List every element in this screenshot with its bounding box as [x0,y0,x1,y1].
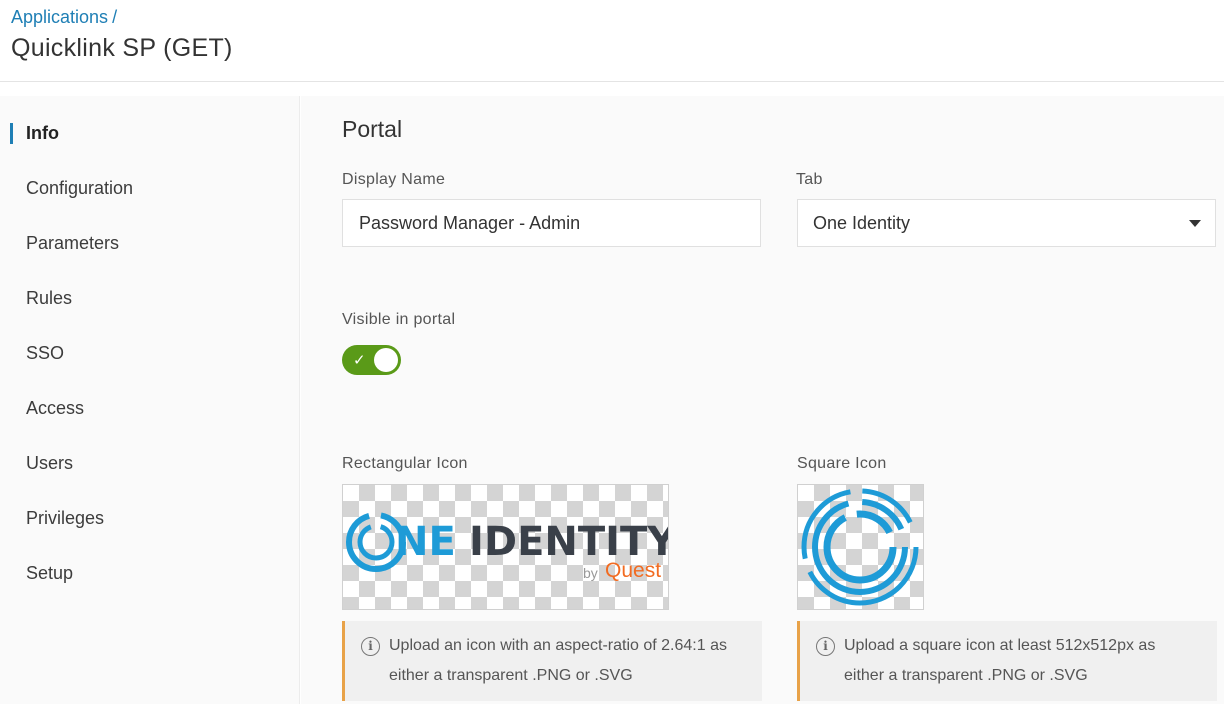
portal-section-title: Portal [342,116,403,142]
breadcrumb-applications-link[interactable]: Applications [11,7,108,27]
square-hint-line1: Upload a square icon at least 512x512px … [844,637,1156,654]
rectangular-icon-hint: i Upload an icon with an aspect-ratio of… [342,621,762,701]
display-name-input[interactable] [342,199,761,247]
caret-down-icon [1189,220,1201,227]
sidebar-item-info[interactable]: Info [0,113,300,153]
sidebar-item-users[interactable]: Users [0,443,300,483]
visible-in-portal-label: Visible in portal [342,311,456,328]
square-icon-hint: i Upload a square icon at least 512x512p… [797,621,1217,701]
square-icon-upload[interactable] [797,484,924,610]
page-header: Applications / Quicklink SP (GET) [0,0,1224,82]
info-icon: i [361,637,380,656]
square-hint-line2: either a transparent .PNG or .SVG [844,667,1088,684]
main-content: Portal Display Name Tab One Identity Vis… [301,96,1224,704]
logo-quest-text: Quest [605,559,662,582]
sidebar-item-setup[interactable]: Setup [0,553,300,593]
rectangular-icon-upload[interactable]: NE IDENTITY by Quest [342,484,669,610]
rect-hint-line2: either a transparent .PNG or .SVG [389,667,633,684]
breadcrumb: Applications / [11,7,117,28]
sidebar-item-sso[interactable]: SSO [0,333,300,373]
sidebar-item-privileges[interactable]: Privileges [0,498,300,538]
info-icon: i [816,637,835,656]
checkmark-icon: ✓ [353,351,366,369]
sidebar-item-access[interactable]: Access [0,388,300,428]
display-name-label: Display Name [342,171,446,188]
visible-in-portal-toggle[interactable]: ✓ [342,345,401,375]
sidebar-item-configuration[interactable]: Configuration [0,168,300,208]
tab-label: Tab [796,171,823,188]
tab-select[interactable]: One Identity [797,199,1216,247]
sidebar-nav: Info Configuration Parameters Rules SSO … [0,96,300,704]
tab-select-value: One Identity [813,213,911,233]
rect-hint-line1: Upload an icon with an aspect-ratio of 2… [389,637,727,654]
breadcrumb-separator: / [112,7,118,27]
sidebar-item-rules[interactable]: Rules [0,278,300,318]
logo-by-text: by [583,565,598,581]
page-title: Quicklink SP (GET) [11,34,233,62]
sidebar-item-parameters[interactable]: Parameters [0,223,300,263]
logo-word-one: NE [395,519,456,565]
one-identity-ring-icon [801,488,919,606]
rectangular-icon-label: Rectangular Icon [342,455,468,472]
toggle-knob [374,348,398,372]
square-icon-label: Square Icon [797,455,887,472]
